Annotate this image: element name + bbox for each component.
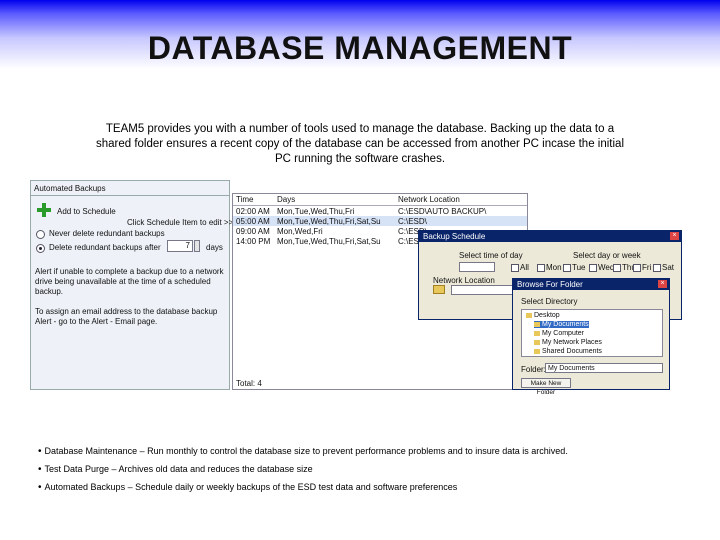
folder-label: Folder: — [521, 365, 546, 374]
network-location-label: Network Location — [433, 276, 495, 285]
spinner-arrows-icon[interactable] — [194, 240, 200, 252]
never-delete-radio[interactable] — [36, 230, 45, 239]
tree-label: Desktop — [534, 312, 560, 319]
folder-icon — [534, 321, 540, 327]
email-alert-note: To assign an email address to the databa… — [35, 307, 218, 326]
bullet-text: Test Data Purge – Archives old data and … — [44, 464, 313, 474]
dialog-title: Backup Schedule — [423, 232, 486, 241]
dialog-titlebar[interactable]: Backup Schedule × — [419, 231, 681, 242]
folder-input[interactable]: My Documents — [545, 363, 663, 373]
cell: Mon,Wed,Fri — [277, 227, 323, 236]
cell: 05:00 AM — [236, 217, 270, 226]
cell: C:\ESD\AUTO BACKUP\ — [398, 207, 487, 216]
select-directory-label: Select Directory — [521, 297, 578, 306]
bullet-dot-icon: • — [38, 482, 42, 493]
table-row[interactable]: 05:00 AM Mon,Tue,Wed,Thu,Fri,Sat,Su C:\E… — [233, 216, 527, 226]
day-label: Tue — [572, 263, 586, 272]
tree-label: My Computer — [542, 330, 585, 337]
day-checkbox[interactable] — [613, 264, 621, 272]
folder-icon — [526, 312, 532, 318]
bullet-dot-icon: • — [38, 464, 42, 475]
folder-icon — [534, 348, 540, 354]
time-input[interactable] — [459, 262, 495, 272]
cell: C:\ESD\ — [398, 217, 427, 226]
day-label: Wed — [598, 263, 615, 272]
automated-backups-panel: Automated Backups Add to Schedule Click … — [30, 180, 234, 390]
network-location-input[interactable] — [451, 285, 521, 295]
bullet-dot-icon: • — [38, 446, 42, 457]
divider — [31, 195, 229, 196]
row-total: Total: 4 — [236, 379, 262, 388]
close-icon[interactable]: × — [658, 280, 667, 288]
cell: 02:00 AM — [236, 207, 270, 216]
cell: Mon,Tue,Wed,Thu,Fri,Sat,Su — [277, 237, 381, 246]
day-checkbox[interactable] — [537, 264, 545, 272]
tree-label: My Network Places — [542, 339, 602, 346]
table-row[interactable]: 02:00 AM Mon,Tue,Wed,Thu,Fri C:\ESD\AUTO… — [233, 206, 527, 216]
bullet-item: • Automated Backups – Schedule daily or w… — [38, 482, 457, 493]
make-new-folder-button[interactable]: Make New Folder — [521, 378, 571, 396]
folder-icon[interactable] — [433, 285, 445, 294]
tree-item[interactable]: My Computer — [534, 330, 584, 337]
browse-folder-dialog: Browse For Folder × Select Directory Des… — [512, 278, 670, 396]
day-label: All — [520, 263, 529, 272]
bullet-item: • Test Data Purge – Archives old data and… — [38, 464, 313, 475]
column-header[interactable]: Days — [277, 195, 295, 204]
table-header: Time Days Network Location — [233, 194, 527, 206]
day-checkbox[interactable] — [589, 264, 597, 272]
folder-tree: Desktop My Documents My Computer My Netw… — [521, 309, 663, 357]
never-delete-label: Never delete redundant backups — [49, 229, 165, 238]
cell: 09:00 AM — [236, 227, 270, 236]
tree-item[interactable]: My Documents — [534, 321, 589, 328]
cell: Mon,Tue,Wed,Thu,Fri — [277, 207, 355, 216]
day-label: Sat — [662, 263, 675, 272]
tree-item[interactable]: Desktop — [526, 312, 560, 319]
network-icon — [534, 339, 540, 345]
tree-label: My Documents — [542, 321, 589, 328]
day-checkbox[interactable] — [653, 264, 661, 272]
cell: Mon,Tue,Wed,Thu,Fri,Sat,Su — [277, 217, 381, 226]
bullet-item: • Database Maintenance – Run monthly to c… — [38, 446, 568, 457]
computer-icon — [534, 330, 540, 336]
tree-item[interactable]: My Network Places — [534, 339, 602, 346]
day-checkbox[interactable] — [633, 264, 641, 272]
edit-hint: Click Schedule Item to edit >> — [127, 218, 234, 227]
day-label: Fri — [642, 263, 652, 272]
days-label: Select day or week — [573, 251, 641, 260]
tree-item[interactable]: Shared Documents — [534, 348, 602, 355]
intro-text: TEAM5 provides you with a number of tool… — [78, 122, 642, 167]
tree-label: Shared Documents — [542, 348, 602, 355]
close-icon[interactable]: × — [670, 232, 679, 240]
slide-title: DATABASE MANAGEMENT — [147, 30, 573, 66]
panel-title: Automated Backups — [34, 184, 106, 193]
days-spinner-input[interactable]: 7 — [167, 240, 193, 252]
column-header[interactable]: Network Location — [398, 195, 460, 204]
add-schedule-icon[interactable] — [37, 203, 51, 217]
bullet-text: Automated Backups – Schedule daily or we… — [44, 482, 458, 492]
day-label: Mon — [546, 263, 562, 272]
days-label: days — [206, 243, 223, 252]
delete-after-radio[interactable] — [36, 244, 45, 253]
day-checkbox[interactable] — [511, 264, 519, 272]
column-header[interactable]: Time — [236, 195, 253, 204]
add-to-schedule-button[interactable]: Add to Schedule — [57, 207, 116, 216]
delete-after-label: Delete redundant backups after — [49, 243, 161, 252]
intro-line: TEAM5 provides you with a number of tool… — [105, 123, 615, 135]
intro-line: shared folder ensures a recent copy of t… — [95, 138, 625, 150]
time-label: Select time of day — [459, 251, 523, 260]
dialog-title: Browse For Folder — [517, 280, 583, 289]
bullet-text: Database Maintenance – Run monthly to co… — [44, 446, 568, 456]
dialog-titlebar[interactable]: Browse For Folder × — [513, 279, 669, 290]
day-checkbox[interactable] — [563, 264, 571, 272]
intro-line: PC running the software crashes. — [274, 153, 446, 165]
network-alert-note: Alert if unable to complete a backup due… — [35, 267, 224, 296]
cell: 14:00 PM — [236, 237, 271, 246]
